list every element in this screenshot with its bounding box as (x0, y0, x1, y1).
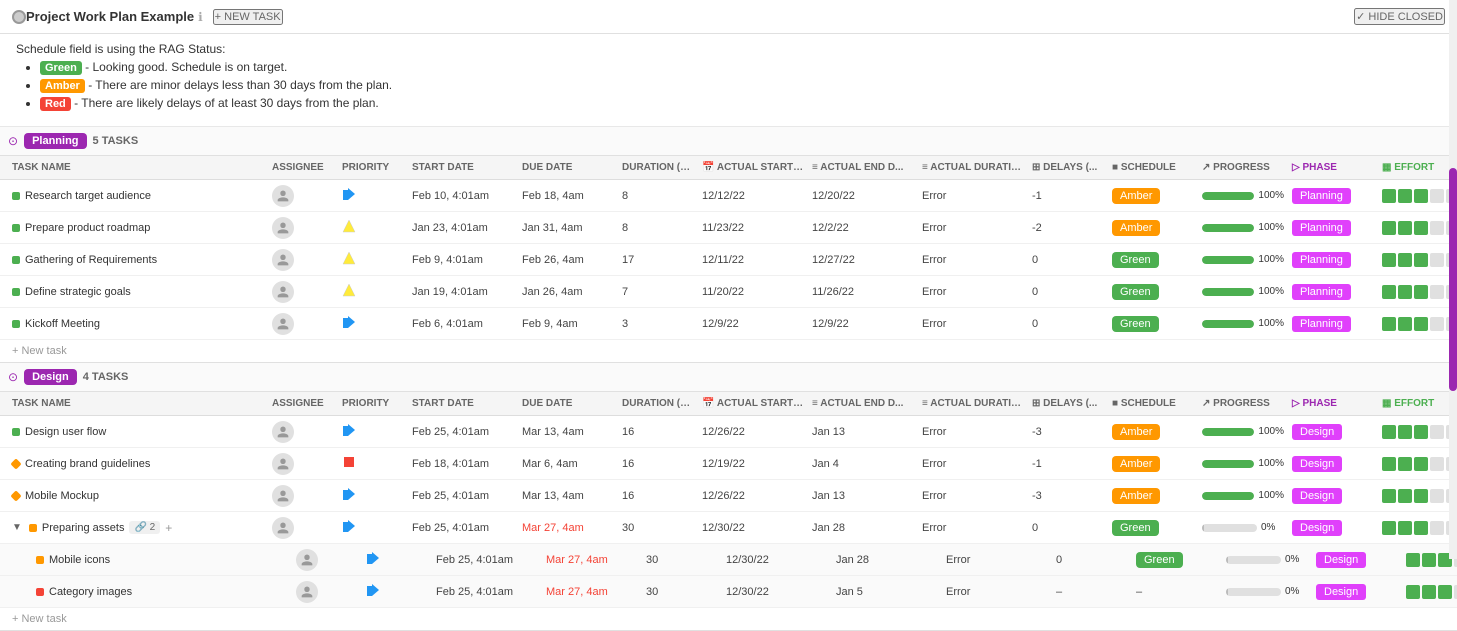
project-title: Project Work Plan Example (26, 9, 194, 24)
col-priority: PRIORITY (338, 160, 408, 175)
add-subtask-icon[interactable]: + (165, 521, 172, 535)
task-dot (10, 458, 21, 469)
task-dot (12, 192, 20, 200)
legend-item-red: Red - There are likely delays of at leas… (40, 96, 1441, 111)
legend-item-green: Green - Looking good. Schedule is on tar… (40, 60, 1441, 75)
sub-count-badge: 🔗 2 (129, 521, 160, 534)
task-dot (12, 288, 20, 296)
task-dot (10, 490, 21, 501)
info-description: Schedule field is using the RAG Status: (16, 42, 1441, 56)
col-phase: ▷ PHASE (1288, 160, 1378, 175)
new-task-button[interactable]: + NEW TASK (213, 9, 283, 25)
table-row: Category images Feb 25, 4:01am Mar 27, 4… (0, 576, 1457, 608)
table-row: Creating brand guidelines Feb 18, 4:01am… (0, 448, 1457, 480)
green-badge: Green (40, 61, 82, 75)
table-row: Mobile Mockup Feb 25, 4:01am Mar 13, 4am… (0, 480, 1457, 512)
planning-count: 5 TASKS (93, 135, 139, 147)
project-circle (12, 10, 26, 24)
col-taskname: TASK NAME (8, 160, 268, 175)
col-actual-end: ≡ ACTUAL END D... (808, 160, 918, 175)
design-col-headers: TASK NAME ASSIGNEE PRIORITY START DATE D… (0, 392, 1457, 416)
design-count: 4 TASKS (83, 371, 129, 383)
task-dot (36, 588, 44, 596)
table-row: Kickoff Meeting Feb 6, 4:01am Feb 9, 4am… (0, 308, 1457, 340)
info-icon: ℹ (198, 10, 203, 24)
amber-badge: Amber (40, 79, 85, 93)
legend-item-amber: Amber - There are minor delays less than… (40, 78, 1441, 93)
red-badge: Red (40, 97, 71, 111)
planning-section: ⊙ Planning 5 TASKS TASK NAME ASSIGNEE PR… (0, 127, 1457, 363)
col-actual-start: 📅 ACTUAL START D... (698, 160, 808, 175)
table-row: Research target audience Feb 10, 4:01am … (0, 180, 1457, 212)
planning-new-task[interactable]: + New task (0, 340, 1457, 362)
planning-col-headers: TASK NAME ASSIGNEE PRIORITY START DATE D… (0, 156, 1457, 180)
task-dot (12, 320, 20, 328)
col-duedate: DUE DATE (518, 160, 618, 175)
col-assignee: ASSIGNEE (268, 160, 338, 175)
table-row: Design user flow Feb 25, 4:01am Mar 13, … (0, 416, 1457, 448)
task-name: Research target audience (25, 190, 151, 202)
scrollbar-thumb[interactable] (1449, 168, 1457, 392)
task-dot (29, 524, 37, 532)
col-startdate: START DATE (408, 160, 518, 175)
scrollbar-track[interactable] (1449, 0, 1457, 559)
col-duration: DURATION (D... (618, 160, 698, 175)
col-schedule: ■ SCHEDULE (1108, 160, 1198, 175)
top-bar: Project Work Plan Example ℹ + NEW TASK ✓… (0, 0, 1457, 34)
design-section: ⊙ Design 4 TASKS TASK NAME ASSIGNEE PRIO… (0, 363, 1457, 631)
info-panel: Schedule field is using the RAG Status: … (0, 34, 1457, 127)
planning-tag: Planning (24, 133, 86, 149)
design-section-header: ⊙ Design 4 TASKS (0, 363, 1457, 392)
task-dot (12, 256, 20, 264)
table-row: Gathering of Requirements Feb 9, 4:01am … (0, 244, 1457, 276)
table-row: Define strategic goals Jan 19, 4:01am Ja… (0, 276, 1457, 308)
expand-arrow-icon[interactable]: ▼ (12, 522, 22, 533)
green-desc: - Looking good. Schedule is on target. (85, 60, 287, 74)
col-delays: ⊞ DELAYS (... (1028, 160, 1108, 175)
red-desc: - There are likely delays of at least 30… (74, 96, 379, 110)
design-new-task[interactable]: + New task (0, 608, 1457, 630)
planning-section-header: ⊙ Planning 5 TASKS (0, 127, 1457, 156)
col-actual-duration: ≡ ACTUAL DURATION (D... (918, 160, 1028, 175)
task-dot (12, 428, 20, 436)
task-dot (36, 556, 44, 564)
planning-expand-icon[interactable]: ⊙ (8, 134, 18, 148)
task-dot (12, 224, 20, 232)
table-row: ▼ Preparing assets 🔗 2 + Feb 25, 4:01am … (0, 512, 1457, 544)
hide-closed-button[interactable]: ✓ HIDE CLOSED (1354, 8, 1445, 25)
col-progress: ↗ PROGRESS (1198, 160, 1288, 175)
legend-list: Green - Looking good. Schedule is on tar… (16, 60, 1441, 111)
table-row: Prepare product roadmap Jan 23, 4:01am J… (0, 212, 1457, 244)
task-name-cell: Research target audience (8, 189, 268, 203)
amber-desc: - There are minor delays less than 30 da… (88, 78, 392, 92)
table-row: Mobile icons Feb 25, 4:01am Mar 27, 4am … (0, 544, 1457, 576)
design-expand-icon[interactable]: ⊙ (8, 370, 18, 384)
design-tag: Design (24, 369, 77, 385)
col-effort: ▦ EFFORT (1378, 160, 1457, 175)
